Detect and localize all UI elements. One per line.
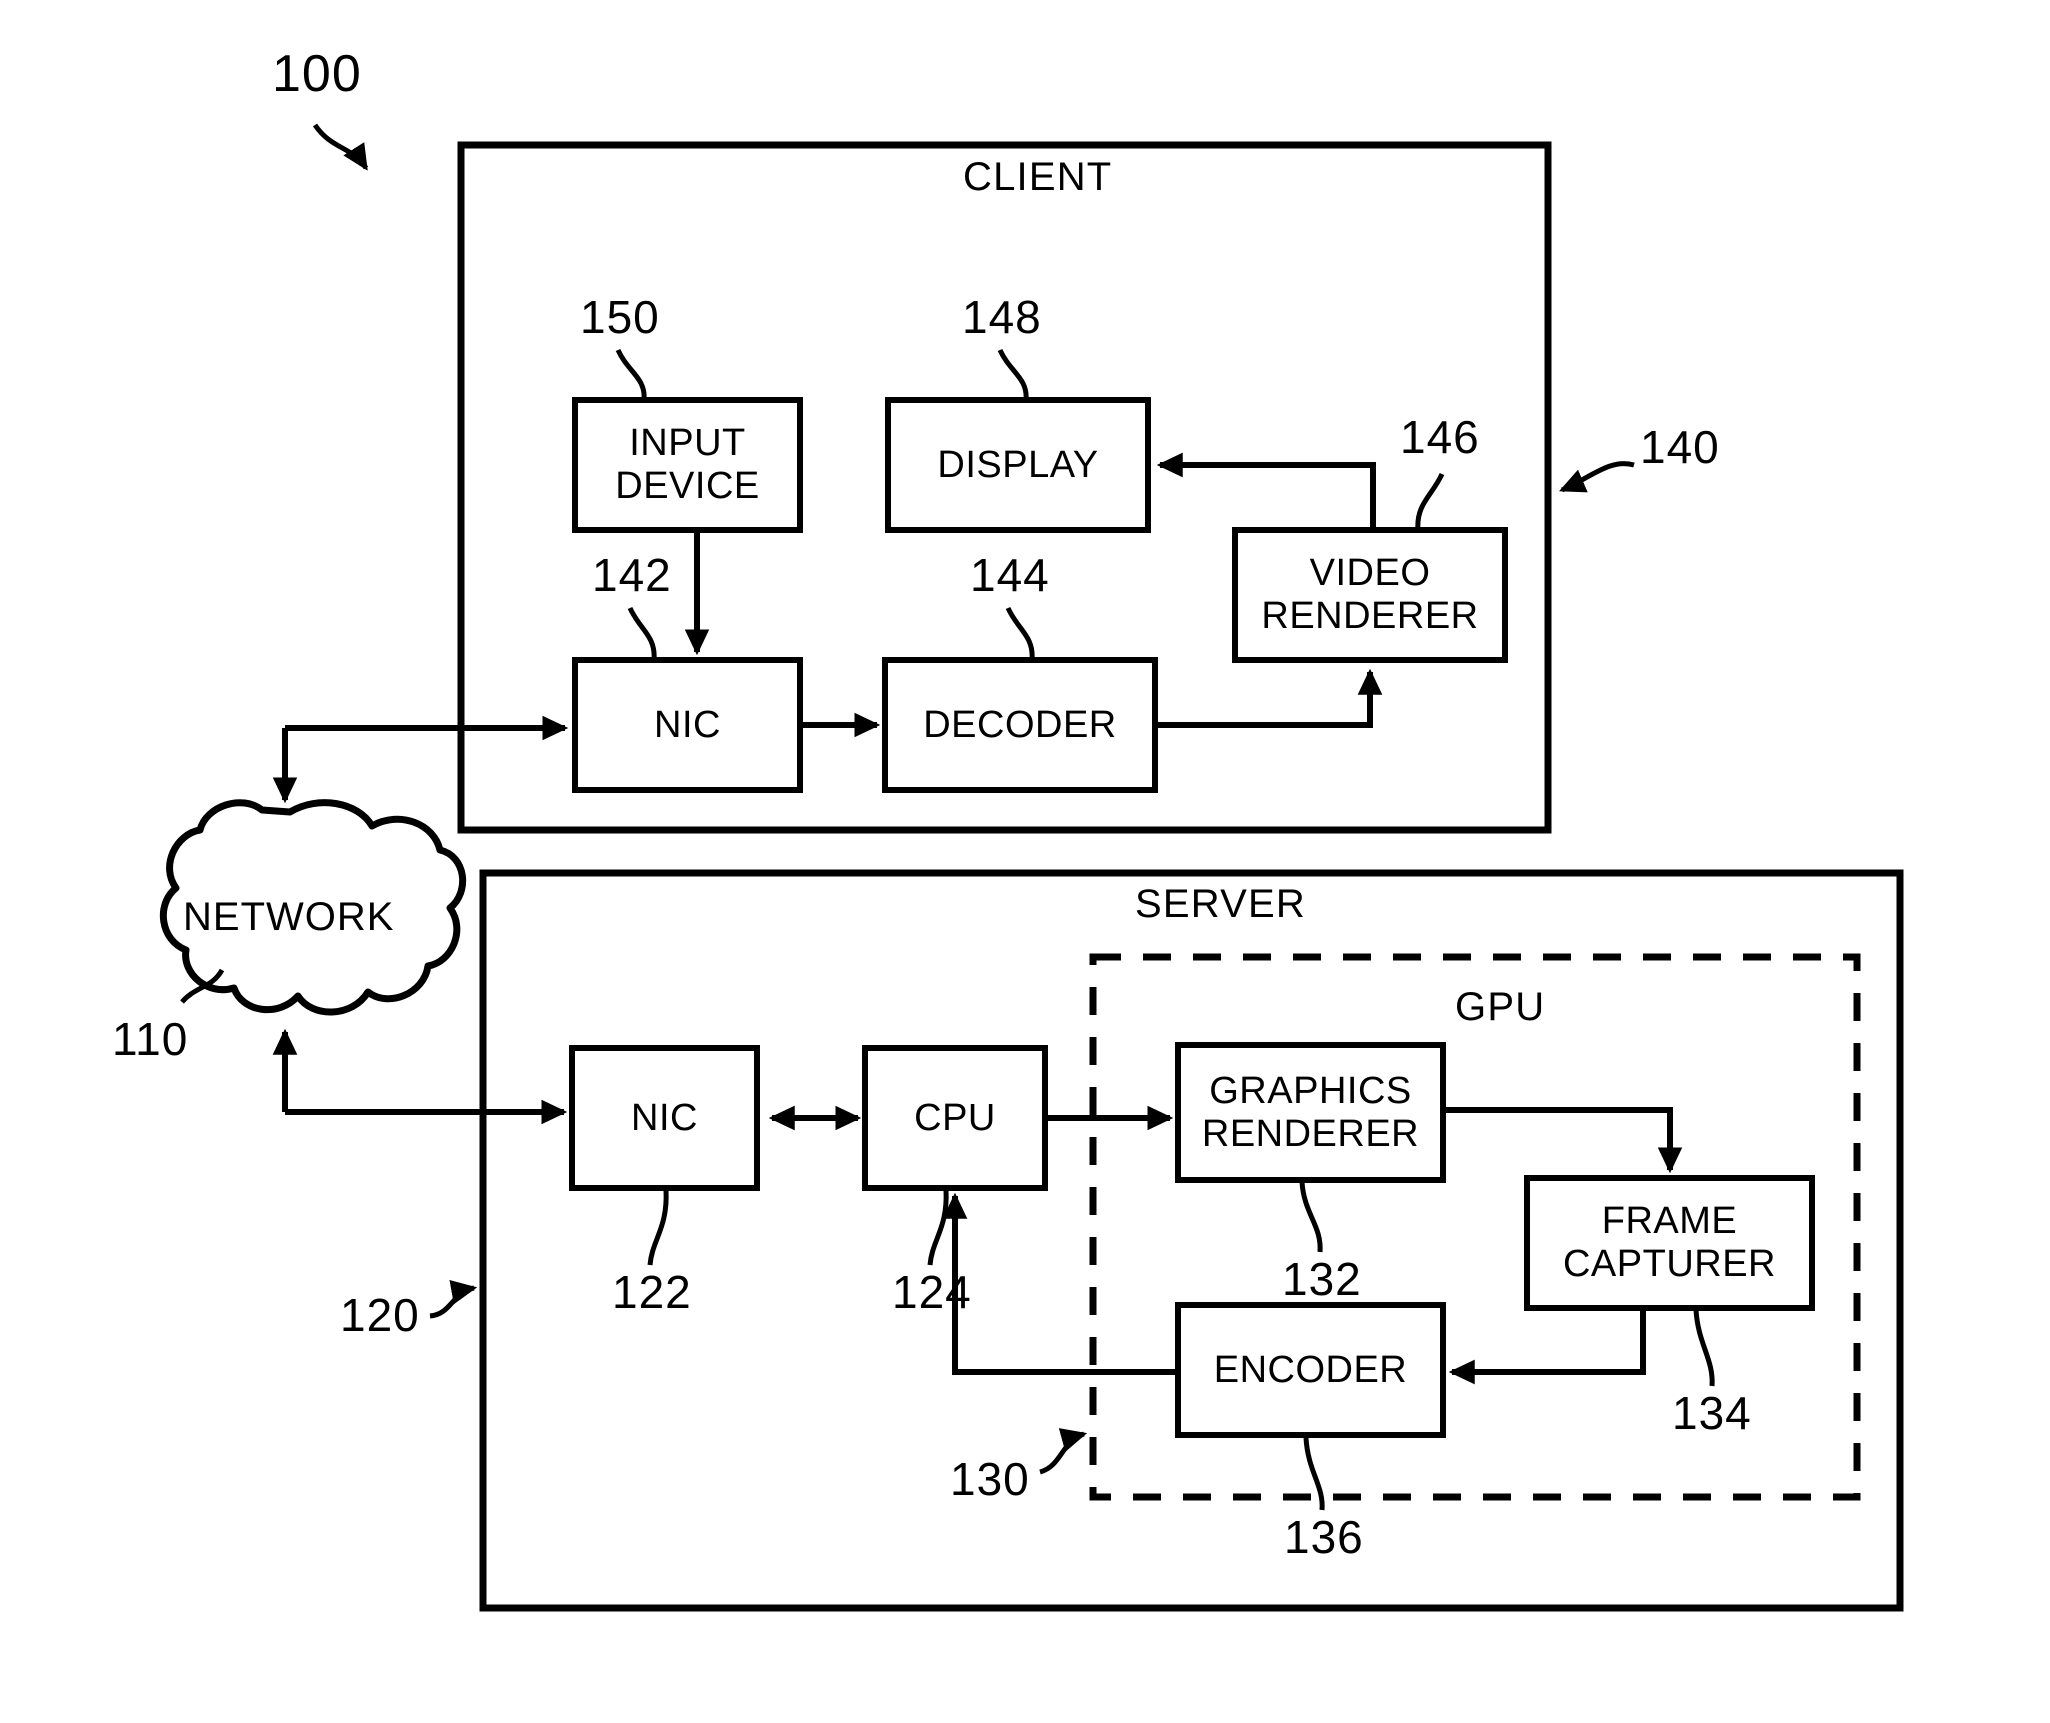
leader-146 (1415, 472, 1445, 531)
ref-numeral-146: 146 (1400, 411, 1480, 463)
conn-frame-capturer-to-encoder (1448, 1308, 1646, 1385)
ref-numeral-136: 136 (1284, 1511, 1364, 1563)
cpu-block (862, 1045, 1048, 1191)
ref-numeral-130: 130 (950, 1453, 1030, 1505)
gpu-container-label: GPU (1455, 985, 1546, 1029)
leader-144 (1005, 606, 1035, 661)
display-block (885, 397, 1151, 533)
ref-numeral-134: 134 (1672, 1387, 1752, 1439)
ref-numeral-120: 120 (340, 1289, 420, 1341)
leader-130 (1039, 1428, 1088, 1475)
frame-capturer-block (1524, 1175, 1815, 1311)
leader-124 (927, 1189, 949, 1266)
video-renderer-block (1232, 527, 1508, 663)
conn-graphics-renderer-to-frame-capturer (1443, 1107, 1683, 1174)
network-cloud-label: NETWORK (183, 895, 395, 939)
ref-numeral-142: 142 (592, 549, 672, 601)
conn-video-renderer-to-display (1156, 452, 1376, 530)
figure-canvas: 100 CLIENT SERVER GPU NETWORK INPUT DEVI… (0, 0, 2050, 1723)
leader-122 (647, 1189, 669, 1266)
ref-numeral-144: 144 (970, 549, 1050, 601)
conn-decoder-to-video-renderer (1155, 668, 1383, 728)
leader-100 (312, 123, 369, 171)
leader-132 (1299, 1181, 1323, 1253)
ref-numeral-132: 132 (1282, 1253, 1362, 1305)
ref-numeral-150: 150 (580, 291, 660, 343)
encoder-block (1175, 1302, 1446, 1438)
leader-140 (1559, 461, 1635, 493)
ref-numeral-100: 100 (272, 45, 362, 103)
conn-encoder-to-cpu (942, 1192, 1178, 1375)
leader-148 (997, 348, 1029, 401)
client-nic-block (572, 657, 803, 793)
input-device-block (572, 397, 803, 533)
leader-134 (1693, 1309, 1715, 1387)
decoder-block (882, 657, 1158, 793)
ref-numeral-148: 148 (962, 291, 1042, 343)
server-nic-block (569, 1045, 760, 1191)
leader-150 (615, 348, 647, 401)
ref-numeral-110: 110 (112, 1013, 189, 1065)
server-container-label: SERVER (1135, 882, 1306, 926)
leader-142 (627, 606, 657, 661)
ref-numeral-124: 124 (892, 1266, 972, 1318)
ref-numeral-140: 140 (1640, 421, 1720, 473)
client-container-label: CLIENT (963, 155, 1113, 199)
ref-numeral-122: 122 (612, 1266, 692, 1318)
leader-120 (429, 1279, 478, 1319)
graphics-renderer-block (1175, 1042, 1446, 1183)
